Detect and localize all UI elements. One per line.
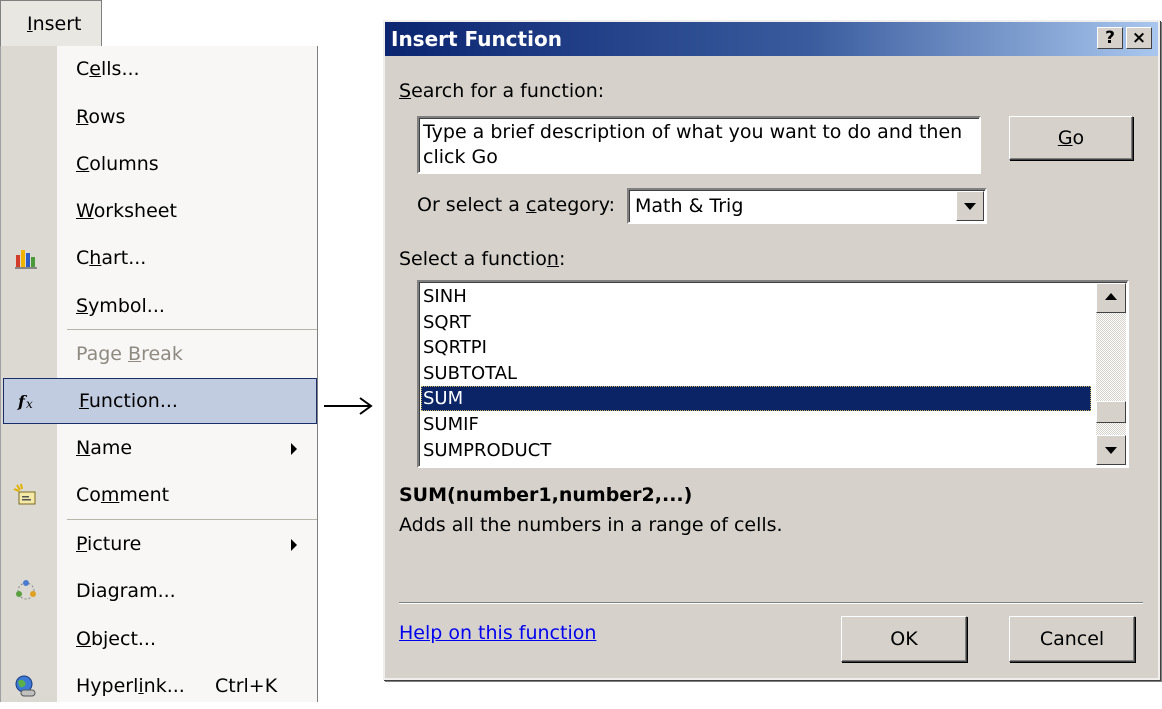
diagram-icon	[13, 579, 39, 603]
chevron-down-icon	[1105, 447, 1117, 454]
menu-item-columns[interactable]: Columns	[1, 141, 317, 187]
category-label: Or select a category:	[417, 194, 615, 216]
menu-item-shortcut: Ctrl+K	[215, 675, 278, 697]
menu-separator	[67, 519, 317, 520]
menu-item-label: Page Break	[76, 343, 183, 365]
menubar-background	[102, 18, 318, 46]
function-list-scrollbar[interactable]	[1096, 283, 1126, 465]
search-input[interactable]: Type a brief description of what you wan…	[417, 116, 981, 174]
hyperlink-globe-icon	[13, 674, 39, 698]
menu-item-label: Cells...	[76, 58, 140, 80]
menu-item-label: Rows	[76, 106, 126, 128]
comment-icon	[13, 483, 39, 507]
menu-item-label: Symbol...	[76, 295, 165, 317]
menu-item-diagram[interactable]: Diagram...	[1, 568, 317, 614]
menu-item-page-break[interactable]: Page Break	[1, 331, 317, 377]
scroll-down-button[interactable]	[1096, 435, 1126, 465]
menu-item-label: Picture	[76, 533, 142, 555]
function-fx-icon: fx	[16, 390, 42, 414]
function-description: Adds all the numbers in a range of cells…	[399, 514, 783, 536]
function-list-item[interactable]: SQRT	[421, 310, 1091, 335]
dialog-titlebar[interactable]: Insert Function ? ×	[385, 22, 1158, 56]
ok-button[interactable]: OK	[841, 616, 967, 662]
menu-item-label: Name	[76, 437, 133, 459]
category-dropdown-button[interactable]	[956, 191, 984, 221]
category-select[interactable]: Math & Trig	[627, 188, 987, 224]
function-list-item[interactable]: SUMPRODUCT	[421, 438, 1091, 463]
search-label: Search for a function:	[399, 80, 605, 102]
function-list[interactable]: SINH SQRT SQRTPI SUBTOTAL SUM SUMIF SUMPRODUCT	[417, 280, 1129, 468]
function-list-item[interactable]: SUBTOTAL	[421, 361, 1091, 386]
menu-item-function[interactable]: f x Function...	[3, 378, 317, 424]
insert-function-dialog: Insert Function ? × Search for a functio…	[383, 20, 1160, 680]
menu-item-label: Chart...	[76, 247, 147, 269]
menu-item-label: Columns	[76, 153, 159, 175]
menu-item-label: Comment	[76, 484, 170, 506]
function-list-label: Select a function:	[399, 248, 566, 270]
menu-item-symbol[interactable]: Symbol...	[1, 283, 317, 329]
dialog-title: Insert Function	[391, 27, 562, 51]
scroll-thumb[interactable]	[1096, 401, 1126, 423]
function-signature: SUM(number1,number2,...)	[399, 484, 693, 506]
help-on-function-link[interactable]: Help on this function	[399, 622, 596, 644]
submenu-arrow-icon	[291, 443, 297, 455]
flow-arrow-icon	[324, 397, 373, 415]
go-button[interactable]: Go	[1009, 116, 1133, 160]
menu-item-comment[interactable]: Comment	[1, 472, 317, 518]
menu-item-cells[interactable]: Cells...	[1, 46, 317, 92]
menu-item-name[interactable]: Name	[1, 425, 317, 471]
menu-item-rows[interactable]: Rows	[1, 94, 317, 140]
divider	[399, 602, 1143, 604]
chevron-up-icon	[1105, 293, 1117, 300]
menu-item-object[interactable]: Object...	[1, 616, 317, 662]
menu-item-label: Worksheet	[76, 200, 177, 222]
menu-item-hyperlink[interactable]: Hyperlink... Ctrl+K	[1, 663, 317, 709]
help-button[interactable]: ?	[1097, 27, 1123, 49]
scroll-up-button[interactable]	[1096, 283, 1126, 313]
category-value: Math & Trig	[635, 195, 744, 217]
menu-item-worksheet[interactable]: Worksheet	[1, 188, 317, 234]
menu-item-label: Object...	[76, 628, 157, 650]
function-list-item[interactable]: SUMIF	[421, 412, 1091, 437]
chart-icon	[13, 246, 39, 270]
close-button[interactable]: ×	[1126, 27, 1152, 49]
menu-item-picture[interactable]: Picture	[1, 521, 317, 567]
menu-item-chart[interactable]: Chart...	[1, 235, 317, 281]
function-list-item[interactable]: SQRTPI	[421, 335, 1091, 360]
menu-item-label: Hyperlink...	[76, 675, 185, 697]
menu-item-label: Diagram...	[76, 580, 176, 602]
insert-menu: Cells... Rows Columns Worksheet Chart... Symb…	[0, 46, 318, 702]
menu-tab-label: nsert	[32, 12, 82, 35]
function-list-item[interactable]: SUM	[421, 386, 1091, 412]
submenu-arrow-icon	[291, 539, 297, 551]
function-list-item[interactable]: SINH	[421, 284, 1091, 309]
menu-item-label: Function...	[79, 390, 178, 412]
svg-text:x: x	[26, 397, 33, 411]
menu-tab-insert[interactable]: Insert	[0, 0, 102, 46]
menu-separator	[67, 329, 317, 330]
cancel-button[interactable]: Cancel	[1009, 616, 1135, 662]
chevron-down-icon	[964, 203, 976, 210]
